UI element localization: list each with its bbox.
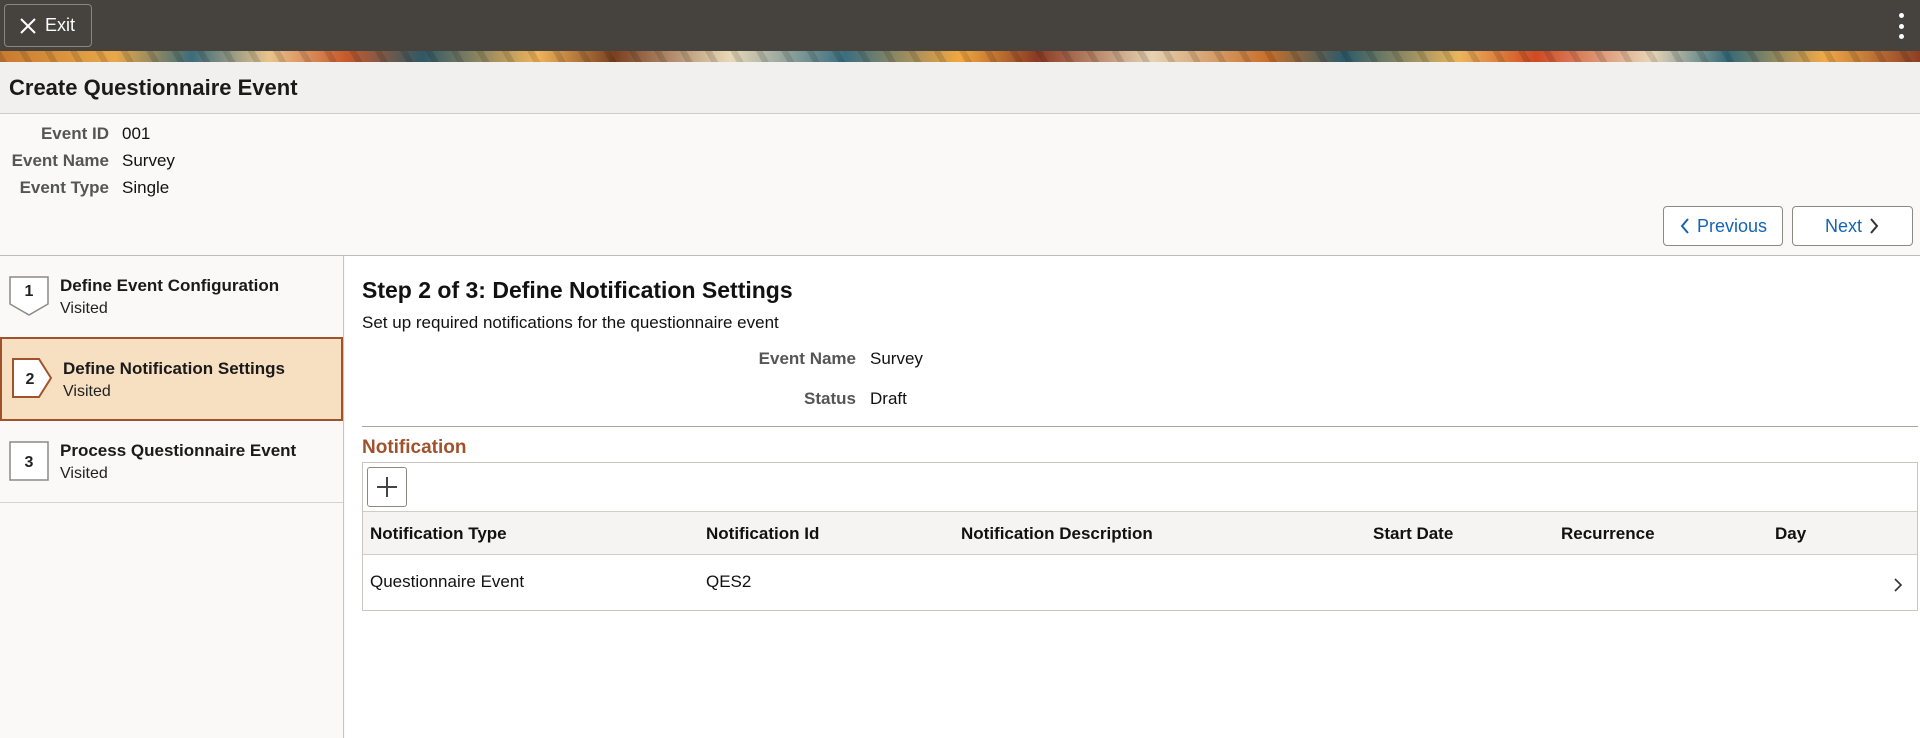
column-header: Notification Type: [370, 524, 507, 543]
step-status: Visited: [63, 383, 111, 400]
step-item-process-questionnaire-event[interactable]: 3 Process Questionnaire Event Visited: [0, 421, 343, 503]
event-id-row: Event ID 001: [0, 124, 300, 148]
notification-id-cell: QES2: [706, 572, 752, 591]
status-label: Status: [804, 389, 856, 408]
step-badge-icon: 2: [12, 358, 52, 398]
step-item-define-notification-settings[interactable]: 2 Define Notification Settings Visited: [0, 337, 343, 421]
table-row[interactable]: Questionnaire Event QES2: [363, 555, 1917, 611]
step-title: Define Event Configuration: [60, 276, 280, 295]
previous-label: Previous: [1696, 215, 1768, 236]
step-badge-icon: 3: [9, 441, 49, 481]
event-name-value: Survey: [122, 151, 175, 170]
event-name-label: Event Name: [758, 349, 856, 368]
divider: [362, 426, 1918, 427]
column-header: Start Date: [1373, 524, 1454, 543]
event-name-row: Event Name Survey: [0, 151, 300, 175]
status-value: Draft: [870, 389, 907, 408]
exit-label: Exit: [45, 15, 76, 35]
main-content: Step 2 of 3: Define Notification Setting…: [345, 256, 1920, 738]
kebab-menu-icon[interactable]: [1894, 11, 1908, 41]
close-icon: [20, 17, 36, 34]
chevron-left-icon: [1680, 218, 1689, 234]
step-number: 3: [25, 454, 34, 471]
chevron-right-icon: [1870, 218, 1879, 234]
add-row-button[interactable]: [367, 467, 407, 507]
grid-header: Notification Type Notification Id Notifi…: [363, 511, 1917, 555]
step-description: Set up required notifications for the qu…: [362, 313, 779, 332]
title-bar: Create Questionnaire Event: [0, 62, 1920, 114]
column-header: Day: [1775, 524, 1807, 543]
step-heading: Step 2 of 3: Define Notification Setting…: [362, 277, 793, 303]
event-header: Event ID 001 Event Name Survey Event Typ…: [0, 114, 1920, 256]
chevron-right-icon[interactable]: [1893, 577, 1903, 593]
top-bar: Exit: [0, 0, 1920, 51]
status-field: Status Draft: [345, 389, 1145, 413]
notification-section-title: Notification: [362, 437, 467, 458]
event-name-field: Event Name Survey: [345, 349, 1145, 373]
step-status: Visited: [60, 300, 108, 317]
event-type-row: Event Type Single: [0, 178, 300, 202]
step-title: Process Questionnaire Event: [60, 441, 297, 460]
step-title: Define Notification Settings: [63, 359, 285, 378]
column-header: Notification Description: [961, 524, 1153, 543]
step-badge-icon: 1: [9, 276, 49, 316]
step-number: 2: [26, 371, 35, 388]
plus-icon: [377, 477, 397, 497]
event-type-value: Single: [122, 178, 170, 197]
exit-button[interactable]: Exit: [4, 4, 93, 47]
column-header: Recurrence: [1561, 524, 1655, 543]
notification-type-cell: Questionnaire Event: [370, 572, 525, 591]
previous-button[interactable]: Previous: [1663, 206, 1783, 246]
step-navigation: 1 Define Event Configuration Visited 2 D…: [0, 256, 344, 738]
next-button[interactable]: Next: [1792, 206, 1913, 246]
step-status: Visited: [60, 465, 108, 482]
event-id-value: 001: [122, 124, 151, 143]
event-name-label: Event Name: [11, 151, 109, 170]
event-id-label: Event ID: [40, 124, 109, 143]
step-number: 1: [25, 283, 34, 300]
next-label: Next: [1824, 215, 1862, 236]
column-header: Notification Id: [706, 524, 820, 543]
notification-grid: Notification Type Notification Id Notifi…: [362, 462, 1918, 611]
decorative-banner: [0, 51, 1920, 62]
page-title: Create Questionnaire Event: [9, 75, 298, 100]
event-type-label: Event Type: [19, 178, 109, 197]
step-item-define-event-configuration[interactable]: 1 Define Event Configuration Visited: [0, 256, 343, 338]
event-name-value: Survey: [870, 349, 923, 368]
